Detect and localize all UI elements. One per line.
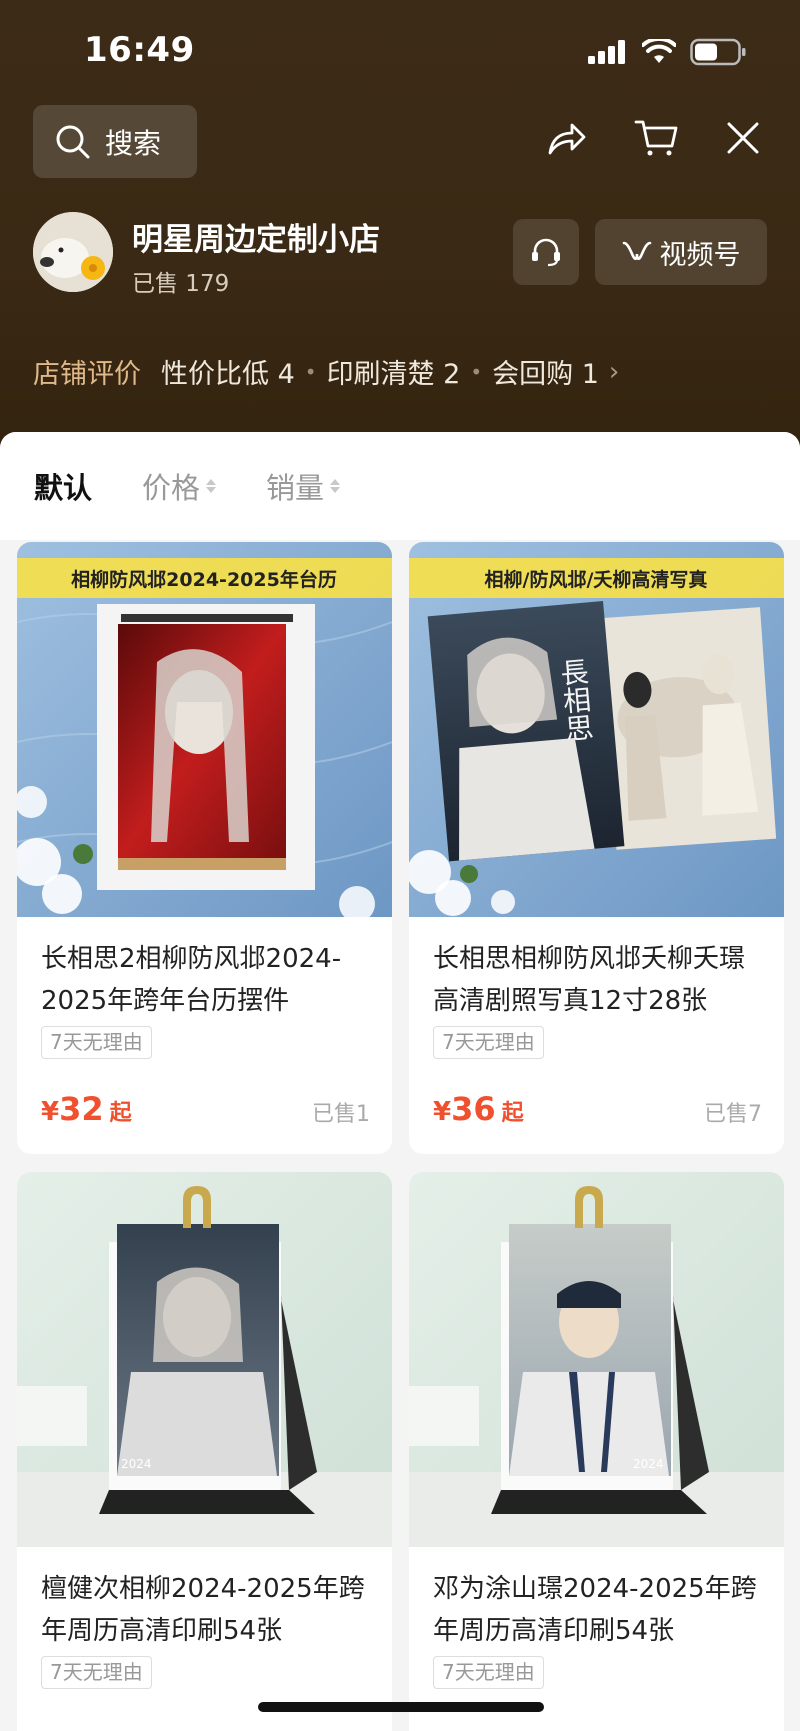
customer-service-button[interactable] — [513, 219, 579, 285]
shop-avatar[interactable] — [33, 212, 113, 292]
sort-default-label: 默认 — [34, 471, 93, 505]
search-label: 搜索 — [105, 126, 162, 160]
top-actions — [546, 118, 760, 158]
sort-arrows-icon — [206, 479, 217, 493]
shop-sold-count: 已售 179 — [132, 271, 230, 297]
shop-name[interactable]: 明星周边定制小店 — [132, 214, 380, 259]
product-title[interactable]: 邓为涂山璟2024-2025年跨年周历高清印刷54张 — [433, 1568, 763, 1652]
separator-dot: • — [304, 359, 317, 384]
price-suffix: 起 — [501, 1101, 524, 1126]
sort-sales[interactable]: 销量 — [266, 465, 341, 507]
review-tag: 印刷清楚 2 — [326, 359, 461, 390]
shop-reviews[interactable]: 店铺评价 性价比低 4 • 印刷清楚 2 • 会回购 1 › — [33, 352, 619, 391]
status-time: 16:49 — [84, 30, 195, 70]
price-value: 36 — [451, 1090, 496, 1128]
sort-price[interactable]: 价格 — [142, 465, 217, 507]
search-icon — [56, 125, 90, 158]
wifi-icon — [642, 39, 676, 63]
product-card[interactable]: 2024 檀健次相柳2024-2025年跨年周历高清印刷54张 7天无理由 — [17, 1172, 392, 1731]
product-image[interactable]: 2024 — [17, 1172, 392, 1547]
return-policy-tag: 7天无理由 — [41, 1656, 152, 1689]
sort-default[interactable]: 默认 — [34, 465, 92, 507]
return-policy-tag: 7天无理由 — [41, 1026, 152, 1059]
close-icon[interactable] — [726, 121, 760, 155]
shop-header: 16:49 搜索 明星周边定制小店 已售 179 视频号 店铺评价 性价比低 4… — [0, 0, 800, 450]
battery-icon — [690, 38, 746, 66]
search-button[interactable]: 搜索 — [33, 105, 197, 178]
review-label: 店铺评价 — [33, 359, 141, 390]
product-sold-count: 已售1 — [312, 1102, 370, 1127]
status-icons — [588, 38, 746, 66]
price-suffix: 起 — [109, 1101, 132, 1126]
product-image[interactable]: 相柳防风邶2024-2025年台历 — [17, 542, 392, 917]
sort-bar: 默认 价格 销量 — [0, 432, 800, 540]
product-card[interactable]: 2024 邓为涂山璟2024-2025年跨年周历高清印刷54张 7天无理由 — [409, 1172, 784, 1731]
review-tag: 性价比低 4 — [161, 359, 295, 390]
product-card[interactable]: 長相思 相柳/防风邶/夭柳高清写真 长相思相柳防风邶夭柳夭璟高清剧照写真12寸2… — [409, 542, 784, 1154]
product-title[interactable]: 长相思相柳防风邶夭柳夭璟高清剧照写真12寸28张 — [433, 938, 763, 1022]
product-price: ¥ 32 起 — [41, 1090, 132, 1128]
price-value: 32 — [59, 1090, 104, 1128]
signal-icon — [588, 40, 625, 64]
poster-year-text: 2024 — [633, 1457, 664, 1471]
return-policy-tag: 7天无理由 — [433, 1656, 544, 1689]
poster-year-text: 2024 — [121, 1457, 152, 1471]
review-tag: 会回购 1 — [492, 359, 599, 390]
chevron-right-icon: › — [608, 356, 620, 387]
product-title[interactable]: 长相思2相柳防风邶2024-2025年跨年台历摆件 — [41, 938, 371, 1022]
cart-icon[interactable] — [634, 118, 678, 158]
product-image[interactable]: 2024 — [409, 1172, 784, 1547]
price-symbol: ¥ — [433, 1097, 452, 1127]
product-price: ¥ 36 起 — [433, 1090, 524, 1128]
product-sold-count: 已售7 — [704, 1102, 762, 1127]
product-title[interactable]: 檀健次相柳2024-2025年跨年周历高清印刷54张 — [41, 1568, 371, 1652]
sort-sales-label: 销量 — [266, 471, 325, 505]
return-policy-tag: 7天无理由 — [433, 1026, 544, 1059]
product-card[interactable]: 相柳防风邶2024-2025年台历 长相思2相柳防风邶2024-2025年跨年台… — [17, 542, 392, 1154]
home-indicator[interactable] — [258, 1702, 544, 1712]
sort-price-label: 价格 — [142, 471, 201, 505]
video-channel-label: 视频号 — [659, 239, 741, 271]
share-icon[interactable] — [546, 119, 586, 157]
price-symbol: ¥ — [41, 1097, 60, 1127]
product-list-panel: 默认 价格 销量 相柳防风邶2024-2025年台历 长相思2相柳防风邶2024… — [0, 432, 800, 1731]
video-channel-button[interactable]: 视频号 — [595, 219, 767, 285]
headset-icon — [532, 238, 560, 267]
product-image[interactable]: 長相思 相柳/防风邶/夭柳高清写真 — [409, 542, 784, 917]
separator-dot: • — [470, 359, 483, 384]
product-banner-text: 相柳防风邶2024-2025年台历 — [71, 568, 337, 591]
video-channel-icon — [622, 241, 651, 261]
product-banner-text: 相柳/防风邶/夭柳高清写真 — [485, 568, 708, 591]
sort-arrows-icon — [330, 479, 341, 493]
